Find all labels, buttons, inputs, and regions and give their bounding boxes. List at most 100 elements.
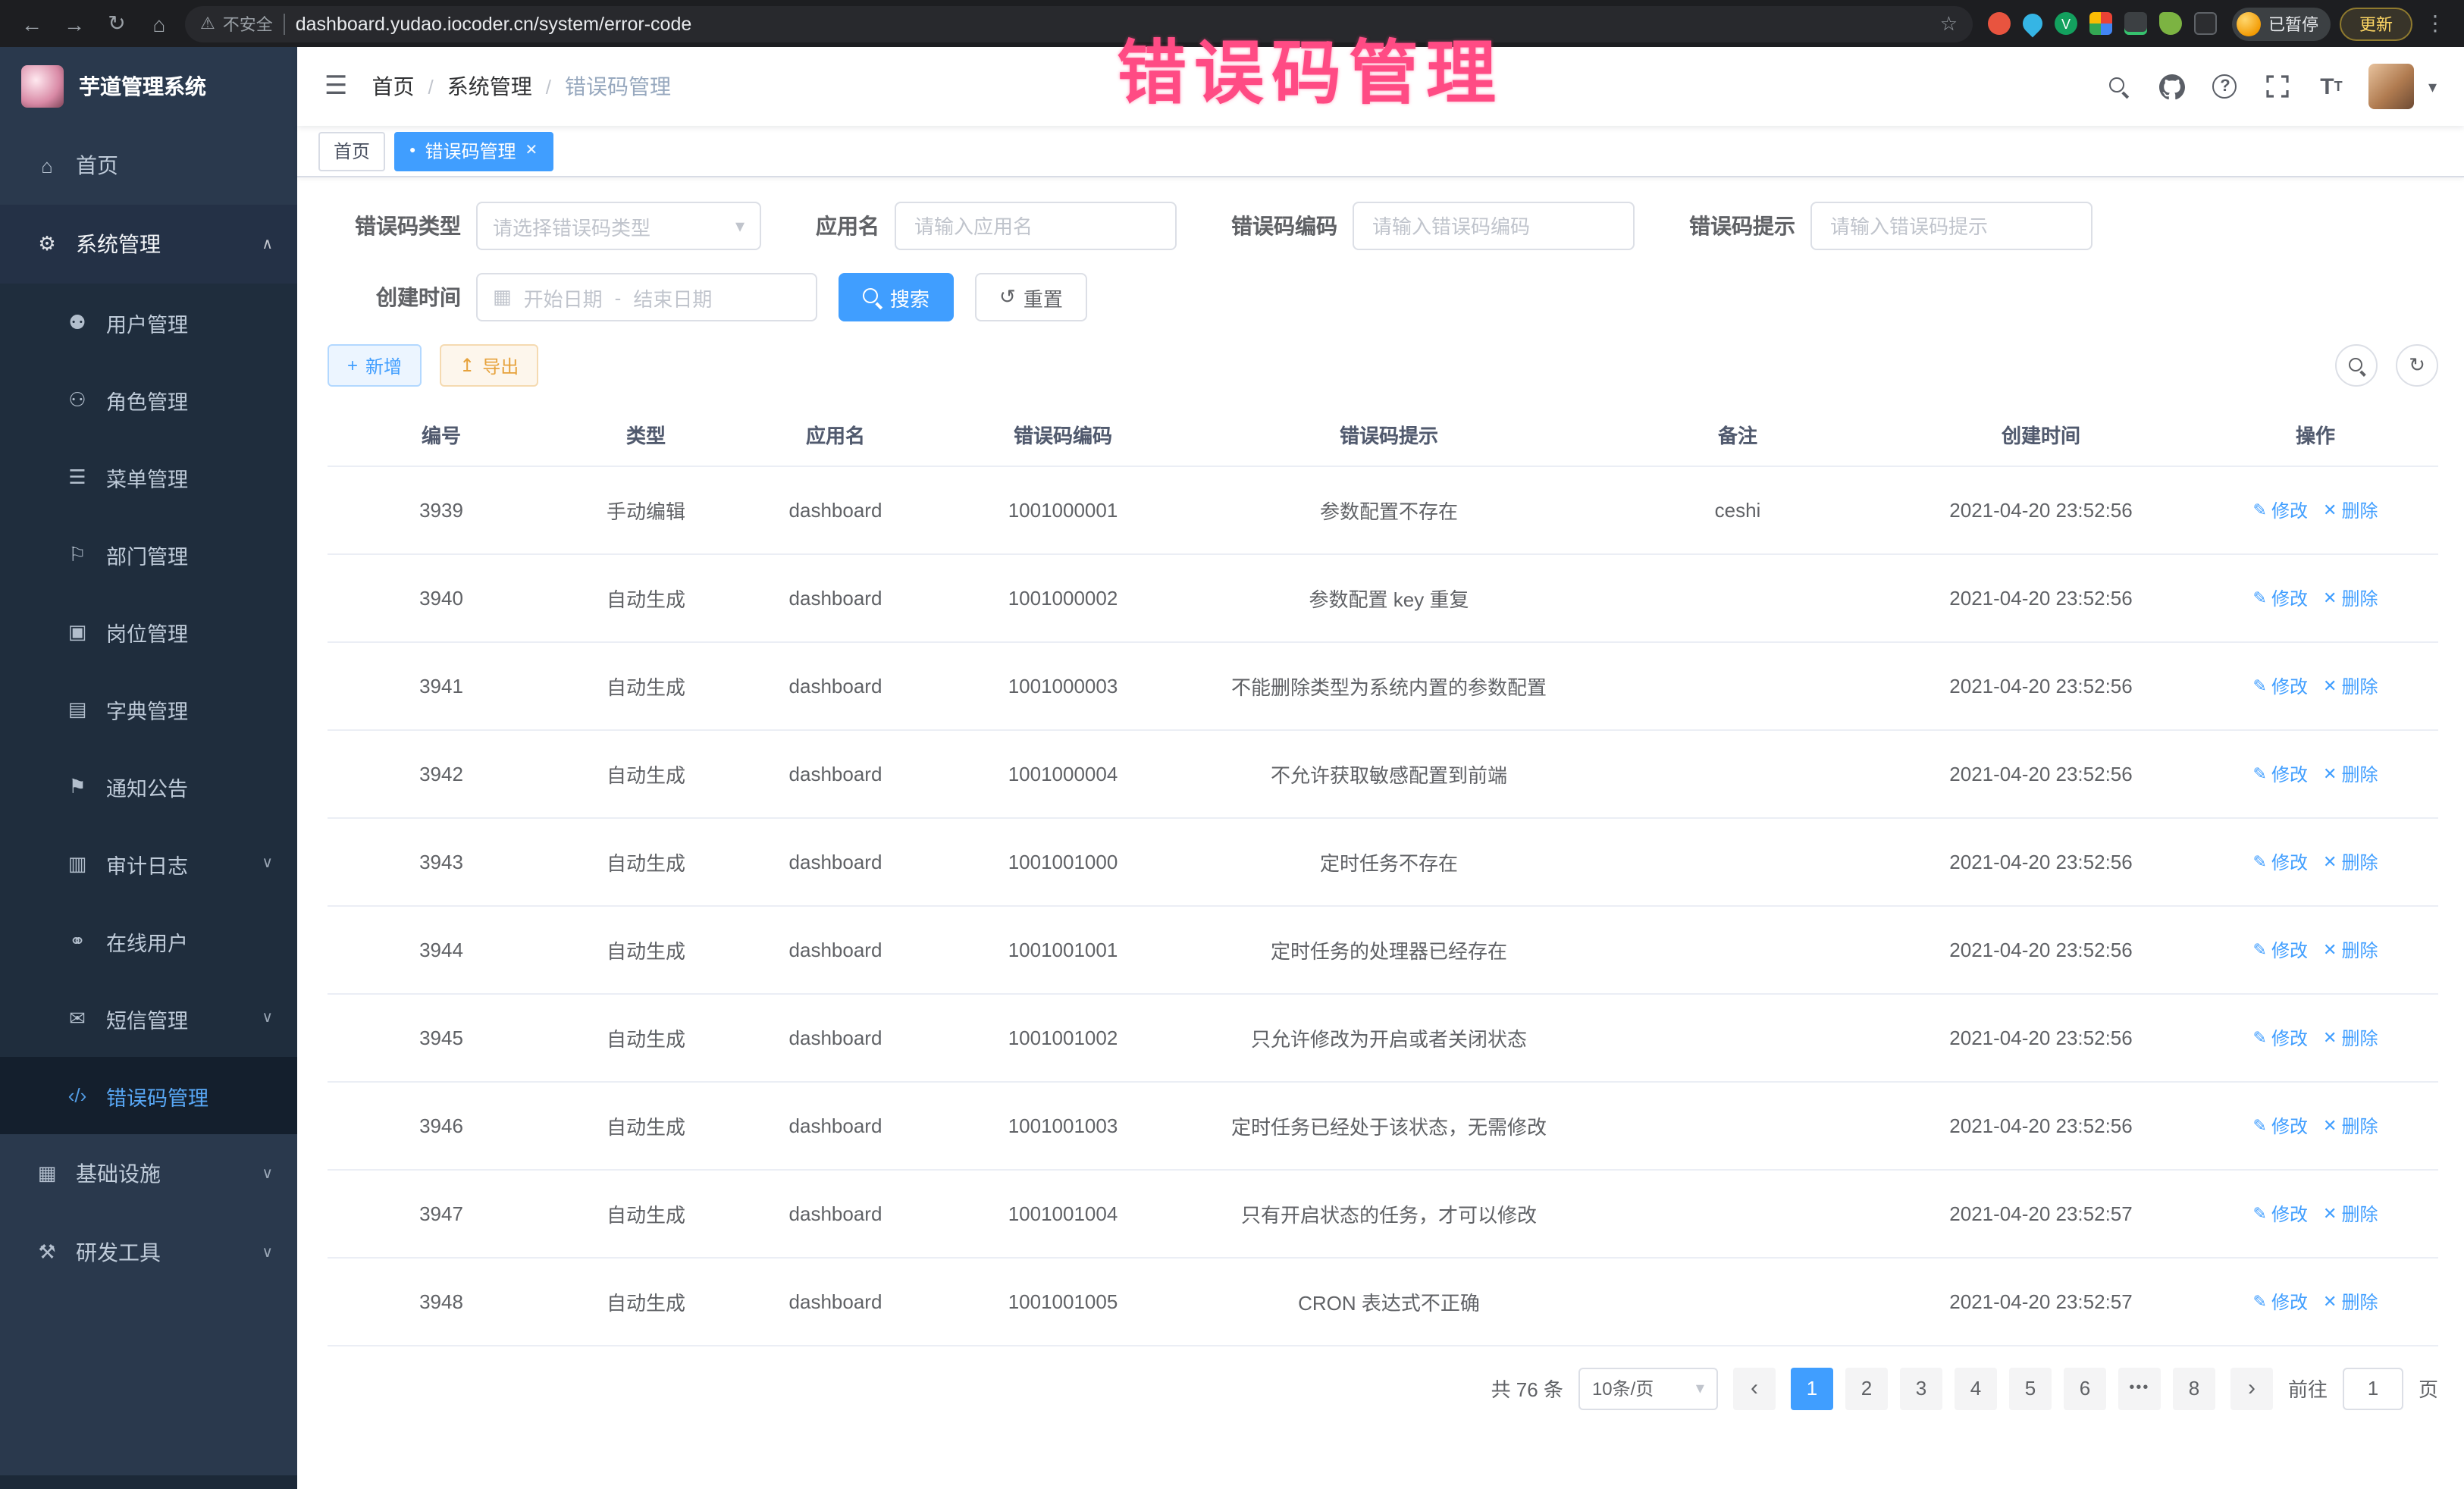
search-button[interactable]: 搜索 bbox=[839, 273, 954, 321]
active-tab-dot-icon: ● bbox=[409, 146, 415, 156]
extension-icon-red[interactable] bbox=[1988, 12, 2011, 35]
extensions-puzzle-icon[interactable] bbox=[2194, 12, 2217, 35]
toggle-search-button[interactable] bbox=[2335, 344, 2378, 387]
logo-avatar bbox=[21, 65, 64, 108]
error-code-input[interactable] bbox=[1353, 202, 1635, 250]
sidebar-item-dict-management[interactable]: ▤字典管理 bbox=[0, 670, 297, 748]
fullscreen-icon[interactable] bbox=[2263, 71, 2293, 102]
delete-button[interactable]: ✕删除 bbox=[2323, 672, 2378, 698]
cell-app: dashboard bbox=[737, 466, 934, 553]
add-button[interactable]: + 新增 bbox=[328, 344, 422, 387]
browser-home-icon[interactable]: ⌂ bbox=[143, 7, 176, 40]
sidebar-item-role-management[interactable]: ⚇角色管理 bbox=[0, 361, 297, 438]
page-button-3[interactable]: 3 bbox=[1900, 1367, 1942, 1409]
sidebar-item-menu-management[interactable]: ☰菜单管理 bbox=[0, 438, 297, 516]
error-hint-input[interactable] bbox=[1810, 202, 2093, 250]
delete-button[interactable]: ✕删除 bbox=[2323, 936, 2378, 962]
page-button-4[interactable]: 4 bbox=[1955, 1367, 1997, 1409]
goto-page-input[interactable] bbox=[2343, 1367, 2403, 1409]
page-button-6[interactable]: 6 bbox=[2064, 1367, 2106, 1409]
page-button-8[interactable]: 8 bbox=[2173, 1367, 2215, 1409]
sidebar-item-label: 用户管理 bbox=[106, 307, 282, 337]
sidebar-item-home[interactable]: ⌂首页 bbox=[0, 126, 297, 205]
extension-icon-green-v[interactable]: V bbox=[2055, 12, 2077, 35]
edit-button[interactable]: ✎修改 bbox=[2253, 1288, 2308, 1314]
edit-label: 修改 bbox=[2271, 1288, 2308, 1314]
caret-down-icon[interactable]: ▾ bbox=[2428, 77, 2437, 96]
browser-reload-icon[interactable]: ↻ bbox=[100, 7, 133, 40]
app-logo[interactable]: 芋道管理系统 bbox=[0, 47, 297, 126]
delete-button[interactable]: ✕删除 bbox=[2323, 585, 2378, 610]
delete-button[interactable]: ✕删除 bbox=[2323, 848, 2378, 874]
tab-error-code[interactable]: ● 错误码管理 ✕ bbox=[394, 131, 553, 171]
sidebar-collapse-bar[interactable] bbox=[0, 1475, 297, 1489]
sidebar-item-post-management[interactable]: ▣岗位管理 bbox=[0, 593, 297, 670]
extension-icon-green-leaf[interactable] bbox=[2159, 12, 2182, 35]
edit-button[interactable]: ✎修改 bbox=[2253, 1024, 2308, 1050]
create-time-range-picker[interactable]: ▦ 开始日期 - 结束日期 bbox=[476, 273, 817, 321]
avatar[interactable] bbox=[2369, 64, 2415, 109]
browser-menu-icon[interactable]: ⋮ bbox=[2422, 11, 2449, 36]
delete-button[interactable]: ✕删除 bbox=[2323, 1112, 2378, 1138]
extension-icon-grid[interactable] bbox=[2089, 12, 2112, 35]
github-icon[interactable] bbox=[2157, 71, 2187, 102]
sidebar-item-audit-log[interactable]: ▥审计日志∨ bbox=[0, 825, 297, 902]
font-size-icon[interactable]: T bbox=[2316, 71, 2346, 102]
chevron-down-icon: ∨ bbox=[262, 1010, 273, 1027]
next-page-button[interactable]: › bbox=[2230, 1367, 2273, 1409]
browser-update-button[interactable]: 更新 bbox=[2340, 7, 2412, 40]
edit-button[interactable]: ✎修改 bbox=[2253, 585, 2308, 610]
browser-back-icon[interactable]: ← bbox=[15, 7, 49, 40]
bookmark-star-icon[interactable]: ☆ bbox=[1940, 11, 1958, 36]
sidebar-item-system-management[interactable]: ⚙系统管理∧ bbox=[0, 205, 297, 284]
sidebar-item-notice[interactable]: ⚑通知公告 bbox=[0, 748, 297, 825]
extension-icon-blue-drop[interactable] bbox=[2019, 10, 2047, 38]
page-size-value: 10条/页 bbox=[1592, 1375, 1654, 1401]
browser-forward-icon[interactable]: → bbox=[58, 7, 91, 40]
sidebar-item-dept-management[interactable]: ⚐部门管理 bbox=[0, 516, 297, 593]
export-button[interactable]: ↥ 导出 bbox=[440, 344, 538, 387]
breadcrumb-item-system[interactable]: 系统管理 bbox=[447, 71, 532, 102]
security-label: 不安全 bbox=[223, 11, 273, 36]
edit-button[interactable]: ✎修改 bbox=[2253, 760, 2308, 786]
edit-button[interactable]: ✎修改 bbox=[2253, 1200, 2308, 1226]
close-icon[interactable]: ✕ bbox=[525, 143, 538, 159]
edit-button[interactable]: ✎修改 bbox=[2253, 1112, 2308, 1138]
edit-button[interactable]: ✎修改 bbox=[2253, 848, 2308, 874]
sidebar-item-infrastructure[interactable]: ▦基础设施∨ bbox=[0, 1134, 297, 1213]
delete-icon: ✕ bbox=[2323, 851, 2337, 871]
help-icon[interactable]: ? bbox=[2210, 71, 2240, 102]
delete-button[interactable]: ✕删除 bbox=[2323, 1288, 2378, 1314]
breadcrumb-item-home[interactable]: 首页 bbox=[372, 71, 415, 102]
search-icon[interactable] bbox=[2104, 71, 2134, 102]
security-warning[interactable]: ⚠ 不安全 bbox=[200, 11, 273, 36]
page-size-select[interactable]: 10条/页 ▾ bbox=[1578, 1367, 1718, 1409]
sidebar-item-error-code-management[interactable]: ‹/›错误码管理 bbox=[0, 1057, 297, 1134]
delete-button[interactable]: ✕删除 bbox=[2323, 1024, 2378, 1050]
delete-button[interactable]: ✕删除 bbox=[2323, 497, 2378, 522]
page-button-1[interactable]: 1 bbox=[1791, 1367, 1833, 1409]
delete-button[interactable]: ✕删除 bbox=[2323, 1200, 2378, 1226]
edit-button[interactable]: ✎修改 bbox=[2253, 672, 2308, 698]
delete-button[interactable]: ✕删除 bbox=[2323, 760, 2378, 786]
refresh-button[interactable]: ↻ bbox=[2396, 344, 2438, 387]
edit-button[interactable]: ✎修改 bbox=[2253, 936, 2308, 962]
cell-hint: 只允许修改为开启或者关闭状态 bbox=[1192, 993, 1586, 1081]
app-name-input[interactable] bbox=[895, 202, 1177, 250]
extension-icon-dark[interactable] bbox=[2124, 12, 2147, 35]
collapse-menu-button[interactable]: ☰ bbox=[324, 71, 348, 102]
sidebar-item-online-user[interactable]: ⚭在线用户 bbox=[0, 902, 297, 980]
reset-button[interactable]: ↺ 重置 bbox=[975, 273, 1087, 321]
sidebar-item-user-management[interactable]: ⚉用户管理 bbox=[0, 284, 297, 361]
sidebar-item-sms-management[interactable]: ✉短信管理∨ bbox=[0, 980, 297, 1057]
page-button-2[interactable]: 2 bbox=[1845, 1367, 1888, 1409]
edit-button[interactable]: ✎修改 bbox=[2253, 497, 2308, 522]
browser-profile-chip[interactable]: 已暂停 bbox=[2232, 7, 2331, 40]
message-icon: ✉ bbox=[64, 1006, 91, 1030]
sidebar-item-dev-tools[interactable]: ⚒研发工具∨ bbox=[0, 1213, 297, 1292]
tab-home[interactable]: 首页 bbox=[318, 131, 385, 171]
address-bar[interactable]: ⚠ 不安全 dashboard.yudao.iocoder.cn/system/… bbox=[185, 5, 1973, 42]
prev-page-button[interactable]: ‹ bbox=[1733, 1367, 1776, 1409]
page-button-5[interactable]: 5 bbox=[2009, 1367, 2052, 1409]
error-type-select[interactable]: 请选择错误码类型 ▾ bbox=[476, 202, 761, 250]
